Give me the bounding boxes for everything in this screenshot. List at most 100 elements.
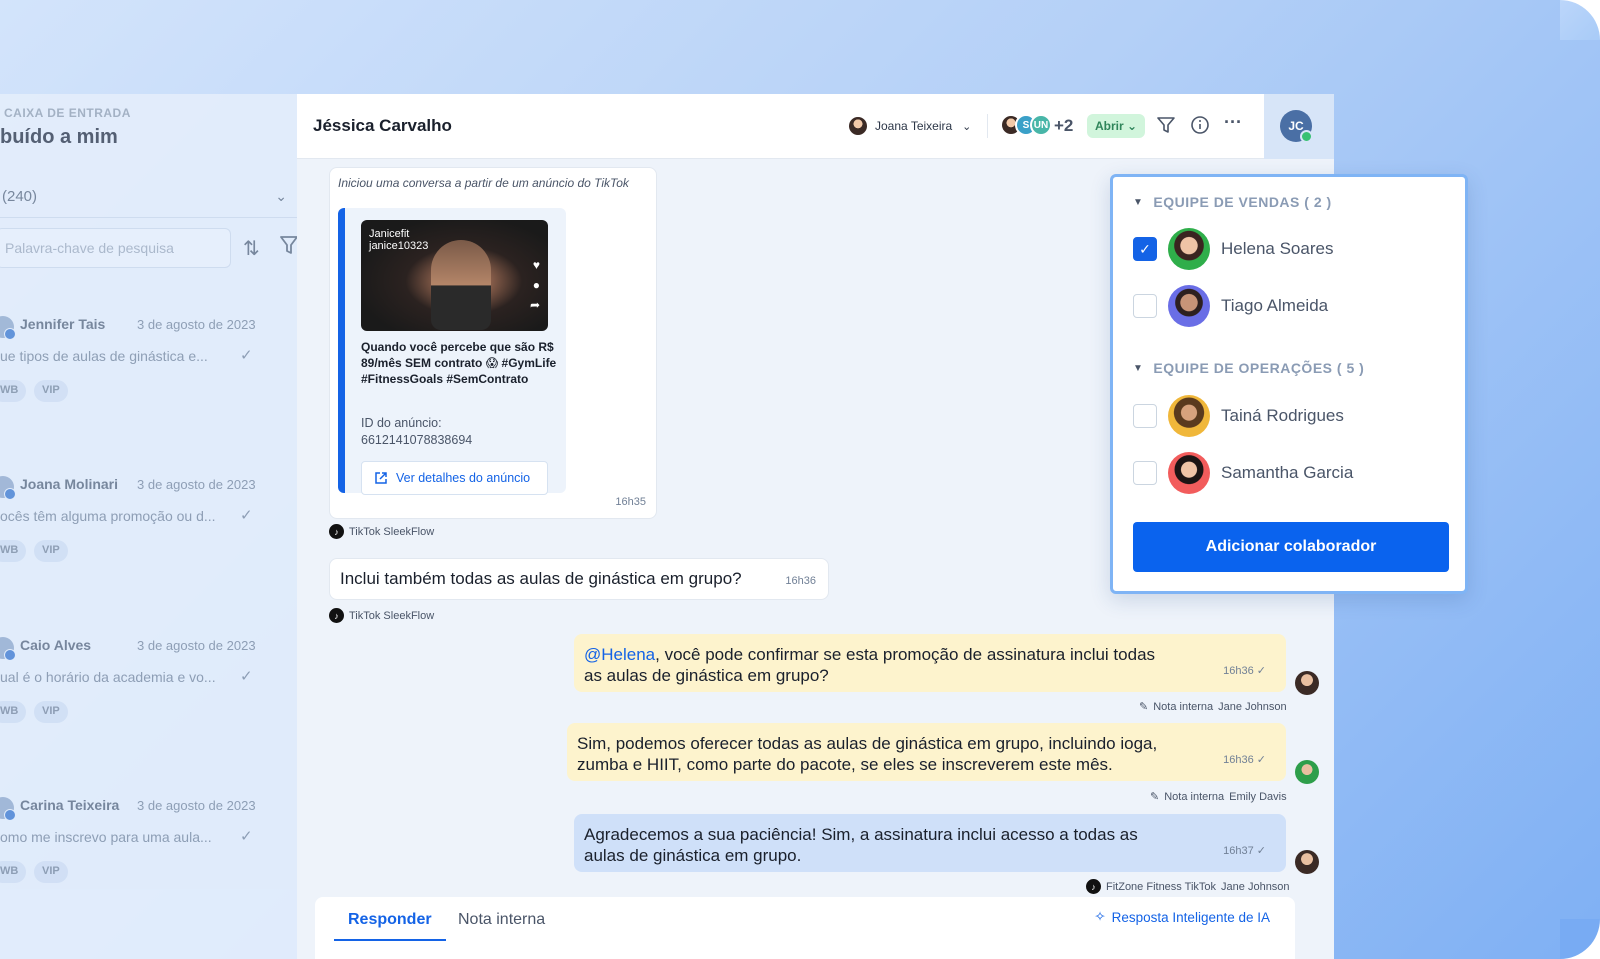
contact-name: Carina Teixeira: [20, 797, 120, 813]
tab-reply[interactable]: Responder: [334, 911, 446, 941]
frame-corner: [1560, 919, 1600, 959]
conversation-header: Jéssica Carvalho Joana Teixeira ⌄ S UN +…: [297, 94, 1264, 159]
reply-composer: Responder Nota interna ✧ Resposta Inteli…: [315, 897, 1295, 959]
note-icon: ✎: [1139, 701, 1149, 713]
list-item[interactable]: Caio Alves 3 de agosto de 2023 ual é o h…: [0, 617, 297, 777]
chevron-down-icon: ⌄: [275, 188, 287, 204]
ad-intro: Iniciou uma conversa a partir de um anún…: [338, 176, 629, 190]
avatar: [847, 115, 869, 137]
message-preview: ocês têm alguma promoção ou d...: [0, 508, 216, 524]
list-item[interactable]: Jennifer Tais 3 de agosto de 2023 ue tip…: [0, 296, 297, 456]
collaborator-name: Tiago Almeida: [1221, 296, 1329, 315]
contact-title: Jéssica Carvalho: [313, 116, 452, 135]
ad-account-handle: janice10323: [369, 240, 429, 252]
ad-image: Janicefit janice10323 ♥ ● ➦: [361, 220, 548, 331]
view-ad-details-button[interactable]: Ver detalhes do anúncio: [361, 461, 548, 495]
tag-badge: WB: [0, 701, 27, 723]
group-header-operations[interactable]: ▼ EQUIPE DE OPERAÇÕES ( 5 ): [1133, 360, 1364, 376]
check-icon: ✓: [240, 347, 253, 364]
collaborator-option[interactable]: ✓ Helena Soares: [1133, 228, 1453, 270]
search-row: ⇅: [0, 228, 297, 268]
avatar: [1295, 850, 1319, 874]
message-preview: ual é o horário da academia e vo...: [0, 669, 216, 685]
inbox-title: buído a mim: [0, 126, 118, 148]
chevron-down-icon: ⌄: [962, 120, 972, 133]
message-preview: omo me inscrevo para uma aula...: [0, 829, 212, 845]
avatar: [1295, 760, 1319, 784]
inbox-panel: CAIXA DE ENTRADA buído a mim (240) ⌄ ⇅ J…: [0, 94, 297, 959]
avatar[interactable]: JC: [1280, 110, 1313, 143]
note-author: Emily Davis: [1229, 790, 1287, 803]
checkbox[interactable]: [1133, 461, 1157, 485]
filter-icon[interactable]: [279, 234, 297, 261]
add-collaborator-button[interactable]: Adicionar colaborador: [1133, 522, 1449, 572]
frame-corner: [1560, 0, 1600, 40]
ai-smart-reply-button[interactable]: ✧ Resposta Inteligente de IA: [1094, 909, 1270, 925]
collaborator-avatars[interactable]: S UN +2: [1000, 114, 1073, 138]
inbox-label: CAIXA DE ENTRADA: [4, 106, 131, 120]
tiktok-icon: ♪: [329, 608, 344, 623]
add-collaborator-dropdown: ▼ EQUIPE DE VENDAS ( 2 ) ✓ Helena Soares…: [1110, 174, 1468, 594]
inbox-filter-dropdown[interactable]: (240) ⌄: [0, 178, 297, 218]
ai-smart-reply-label: Resposta Inteligente de IA: [1111, 909, 1270, 925]
collaborator-option[interactable]: Tiago Almeida: [1133, 285, 1453, 327]
conversation-date: 3 de agosto de 2023: [137, 798, 256, 813]
note-label: Nota interna: [1153, 700, 1214, 713]
list-item[interactable]: Carina Teixeira 3 de agosto de 2023 omo …: [0, 777, 297, 937]
filter-icon[interactable]: [1156, 115, 1176, 140]
message-text: Agradecemos a sua paciência! Sim, a assi…: [584, 825, 1138, 865]
source-label: TikTok SleekFlow: [349, 525, 435, 538]
chevron-down-icon: ⌄: [1127, 119, 1138, 133]
status-label: Abrir: [1095, 119, 1124, 133]
tiktok-icon: ♪: [1086, 879, 1101, 894]
agent-avatar-column: JC: [1264, 94, 1334, 159]
collaborator-name: Samantha Garcia: [1221, 463, 1354, 482]
source-label: TikTok SleekFlow: [349, 609, 435, 622]
message-text: , você pode confirmar se esta promoção d…: [584, 645, 1156, 685]
tag-badge: VIP: [34, 861, 68, 883]
assignee-name: Joana Teixeira: [875, 119, 953, 133]
tab-internal-note[interactable]: Nota interna: [458, 911, 545, 929]
message-source: ♪ TikTok SleekFlow: [329, 524, 434, 539]
avatar: [1168, 395, 1210, 437]
ad-text: Quando você percebe que são R$ 89/mês SE…: [361, 340, 557, 386]
tiktok-icon: ♪: [329, 524, 344, 539]
assignee-dropdown[interactable]: Joana Teixeira ⌄: [847, 114, 971, 138]
avatar: [0, 476, 16, 500]
ad-account: Janicefit janice10323: [369, 228, 428, 252]
ad-card: Iniciou uma conversa a partir de um anún…: [329, 167, 657, 519]
info-icon[interactable]: [1190, 115, 1210, 140]
group-header-sales[interactable]: ▼ EQUIPE DE VENDAS ( 2 ): [1133, 194, 1332, 210]
share-icon: ➦: [529, 298, 540, 312]
tag-badge: WB: [0, 540, 27, 562]
sort-icon[interactable]: ⇅: [243, 236, 260, 261]
collaborator-option[interactable]: Samantha Garcia: [1133, 452, 1453, 494]
heart-icon: ♥: [532, 258, 540, 272]
comment-icon: ●: [532, 278, 540, 292]
tag-badge: WB: [0, 380, 27, 402]
check-icon: ✓: [240, 828, 253, 845]
message-text: Inclui também todas as aulas de ginástic…: [340, 569, 742, 588]
collaborator-name: Helena Soares: [1221, 239, 1334, 258]
list-item[interactable]: Joana Molinari 3 de agosto de 2023 ocês …: [0, 456, 297, 616]
mention-link[interactable]: @Helena: [584, 645, 655, 664]
more-options-icon[interactable]: ···: [1224, 112, 1242, 133]
contact-name: Caio Alves: [20, 637, 92, 653]
ad-id: ID do anúncio: 6612141078838694: [361, 415, 561, 449]
note-meta: ✎ Nota interna Jane Johnson: [1139, 700, 1287, 714]
search-input[interactable]: [0, 228, 231, 268]
note-label: Nota interna: [1164, 790, 1225, 803]
checkbox[interactable]: [1133, 404, 1157, 428]
checkbox-checked[interactable]: ✓: [1133, 237, 1157, 261]
checkbox[interactable]: [1133, 294, 1157, 318]
avatar: [0, 637, 16, 661]
collaborator-name: Tainá Rodrigues: [1221, 406, 1344, 425]
note-author: Jane Johnson: [1218, 700, 1287, 713]
tag-badge: VIP: [34, 540, 68, 562]
status-dropdown[interactable]: Abrir ⌄: [1087, 114, 1146, 138]
tag-badge: VIP: [34, 380, 68, 402]
collaborator-option[interactable]: Tainá Rodrigues: [1133, 395, 1453, 437]
message-author: Jane Johnson: [1221, 880, 1290, 893]
more-collaborators-count: +2: [1054, 116, 1074, 135]
tag-badge: VIP: [34, 701, 68, 723]
